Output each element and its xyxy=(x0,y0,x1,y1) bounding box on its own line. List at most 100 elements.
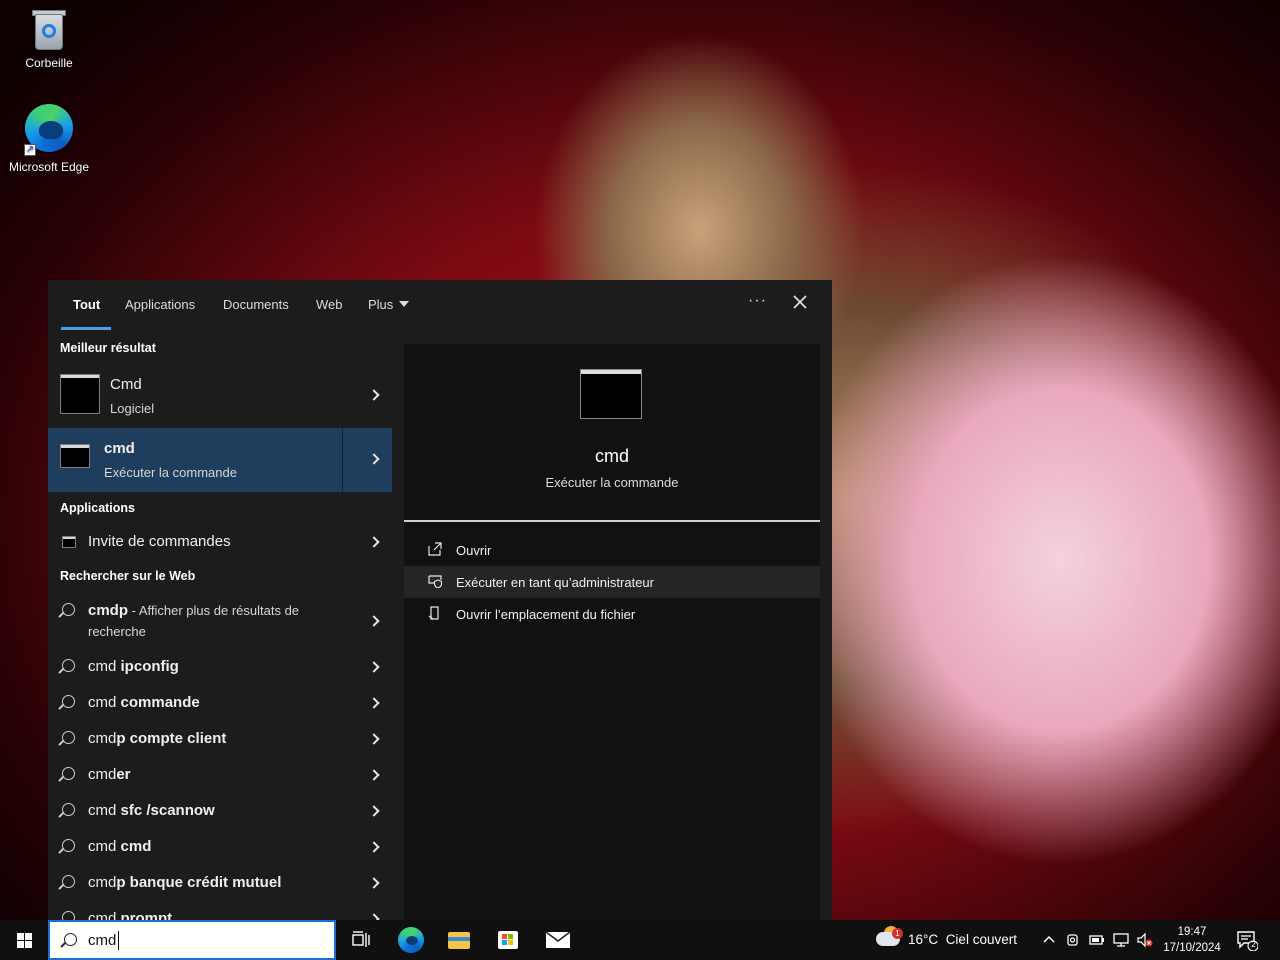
chevron-right-icon xyxy=(368,697,380,709)
recycle-bin-shortcut[interactable]: Corbeille xyxy=(1,8,97,70)
chevron-right-icon xyxy=(368,805,380,817)
edge-shortcut[interactable]: ↗ Microsoft Edge xyxy=(1,104,97,174)
web-result-more[interactable]: cmdp - Afficher plus de résultats de rec… xyxy=(48,592,392,652)
chevron-right-icon xyxy=(368,877,380,889)
result-command-prompt[interactable]: Invite de commandes xyxy=(48,524,392,560)
action-label: Ouvrir xyxy=(456,543,492,558)
suggestion-text: cmd sfc /scannow xyxy=(88,802,215,819)
action-label: Ouvrir l’emplacement du fichier xyxy=(456,607,636,622)
preview-pane: cmd Exécuter la commande Ouvrir Exécuter… xyxy=(404,344,820,920)
web-suggestion[interactable]: cmdp banque crédit mutuel xyxy=(48,864,392,900)
weather-widget[interactable]: 1 16°C Ciel couvert xyxy=(872,920,1032,960)
search-input[interactable]: cmd xyxy=(88,932,116,949)
search-icon xyxy=(62,875,75,888)
tab-web[interactable]: Web xyxy=(316,297,343,312)
volume-muted-icon[interactable] xyxy=(1137,932,1153,948)
web-suggestion[interactable]: cmd cmd xyxy=(48,828,392,864)
taskbar-store[interactable] xyxy=(484,920,532,960)
clock[interactable]: 19:47 17/10/2024 xyxy=(1160,924,1224,956)
suggestion-text: cmder xyxy=(88,766,131,783)
chevron-right-icon xyxy=(368,913,380,920)
weather-temp: 16°C xyxy=(908,932,939,947)
web-suggestion[interactable]: cmd sfc /scannow xyxy=(48,792,392,828)
suggestion-bold: ipconfig xyxy=(120,658,179,675)
chevron-down-icon xyxy=(399,301,410,307)
notification-count: 2 xyxy=(1251,940,1256,949)
search-icon xyxy=(62,803,75,816)
web-suggestion[interactable]: cmdp compte client xyxy=(48,720,392,756)
task-view-icon xyxy=(352,931,370,947)
edge-icon: ↗ xyxy=(24,104,74,156)
suggestion-text: cmd commande xyxy=(88,694,200,711)
result-subtitle: Logiciel xyxy=(110,401,155,416)
chevron-right-icon xyxy=(368,661,380,673)
web-suggestion[interactable]: cmder xyxy=(48,756,392,792)
webcam-icon[interactable] xyxy=(1065,932,1081,948)
suggestion-bold: er xyxy=(116,766,131,783)
web-suggestion[interactable]: cmd ipconfig xyxy=(48,648,392,684)
weather-text: 16°C Ciel couvert xyxy=(908,932,1017,947)
recycle-bin-label: Corbeille xyxy=(25,56,73,70)
tab-all[interactable]: Tout xyxy=(73,297,100,312)
chevron-up-icon[interactable] xyxy=(1041,932,1057,948)
web-suggestion[interactable]: cmd prompt xyxy=(48,900,392,920)
suggestion-bold: prompt xyxy=(120,910,173,920)
tab-more[interactable]: Plus xyxy=(368,297,410,312)
recycle-bin-icon xyxy=(29,8,69,52)
search-icon xyxy=(62,767,75,780)
open-icon xyxy=(428,542,442,556)
file-location-icon xyxy=(428,606,439,620)
suggestion-bold: p banque crédit mutuel xyxy=(116,874,282,891)
taskbar-search-box[interactable]: cmd xyxy=(48,920,336,960)
web-result-desc: - Afficher plus de résultats de xyxy=(128,603,300,618)
terminal-icon xyxy=(60,444,90,468)
weather-condition: Ciel couvert xyxy=(945,932,1017,947)
taskbar-mail[interactable] xyxy=(534,920,582,960)
suggestion-prefix: cmd xyxy=(88,910,121,920)
result-title: cmd xyxy=(104,440,135,457)
close-icon[interactable] xyxy=(792,294,808,310)
suggestion-prefix: cmd xyxy=(88,802,121,819)
suggestion-text: cmdp compte client xyxy=(88,730,226,747)
clock-time: 19:47 xyxy=(1177,926,1207,938)
action-open[interactable]: Ouvrir xyxy=(404,534,820,566)
chevron-right-icon xyxy=(368,536,380,548)
suggestion-bold: sfc /scannow xyxy=(120,802,215,819)
search-icon xyxy=(62,911,75,920)
tab-applications[interactable]: Applications xyxy=(125,297,195,312)
suggestion-prefix: cmd xyxy=(88,694,121,711)
web-suggestion[interactable]: cmd commande xyxy=(48,684,392,720)
start-button[interactable] xyxy=(0,920,48,960)
result-cmd-app[interactable]: Cmd Logiciel xyxy=(48,364,392,426)
suggestion-bold: cmd xyxy=(120,838,152,855)
search-icon xyxy=(64,933,77,946)
taskbar-edge[interactable] xyxy=(387,920,435,960)
action-label: Exécuter en tant qu’administrateur xyxy=(456,575,654,590)
more-options-button[interactable]: ··· xyxy=(748,292,767,310)
suggestion-bold: p compte client xyxy=(116,730,227,747)
battery-icon[interactable] xyxy=(1089,932,1105,948)
search-icon xyxy=(62,659,75,672)
best-match-header: Meilleur résultat xyxy=(60,341,156,355)
divider xyxy=(342,428,343,492)
suggestion-text: cmd prompt xyxy=(88,910,172,920)
suggestion-bold: commande xyxy=(120,694,200,711)
action-open-location[interactable]: Ouvrir l’emplacement du fichier xyxy=(404,598,820,630)
result-cmd-command[interactable]: cmd Exécuter la commande xyxy=(48,428,392,492)
notification-center-button[interactable]: 2 xyxy=(1236,929,1259,952)
suggestion-prefix: cmd xyxy=(88,766,117,783)
chevron-right-icon xyxy=(368,733,380,745)
network-icon[interactable] xyxy=(1113,932,1129,948)
task-view-button[interactable] xyxy=(337,920,385,960)
weather-badge: 1 xyxy=(892,928,903,939)
suggestion-prefix: cmd xyxy=(88,658,121,675)
suggestion-prefix: cmd xyxy=(88,874,117,891)
search-tabs: Tout Applications Documents Web Plus ··· xyxy=(48,280,832,330)
chevron-right-icon[interactable] xyxy=(368,453,380,465)
search-icon xyxy=(62,603,75,616)
search-icon xyxy=(62,695,75,708)
result-title: Cmd xyxy=(110,376,142,393)
action-run-as-admin[interactable]: Exécuter en tant qu’administrateur xyxy=(404,566,820,598)
taskbar-file-explorer[interactable] xyxy=(435,920,483,960)
tab-documents[interactable]: Documents xyxy=(223,297,289,312)
